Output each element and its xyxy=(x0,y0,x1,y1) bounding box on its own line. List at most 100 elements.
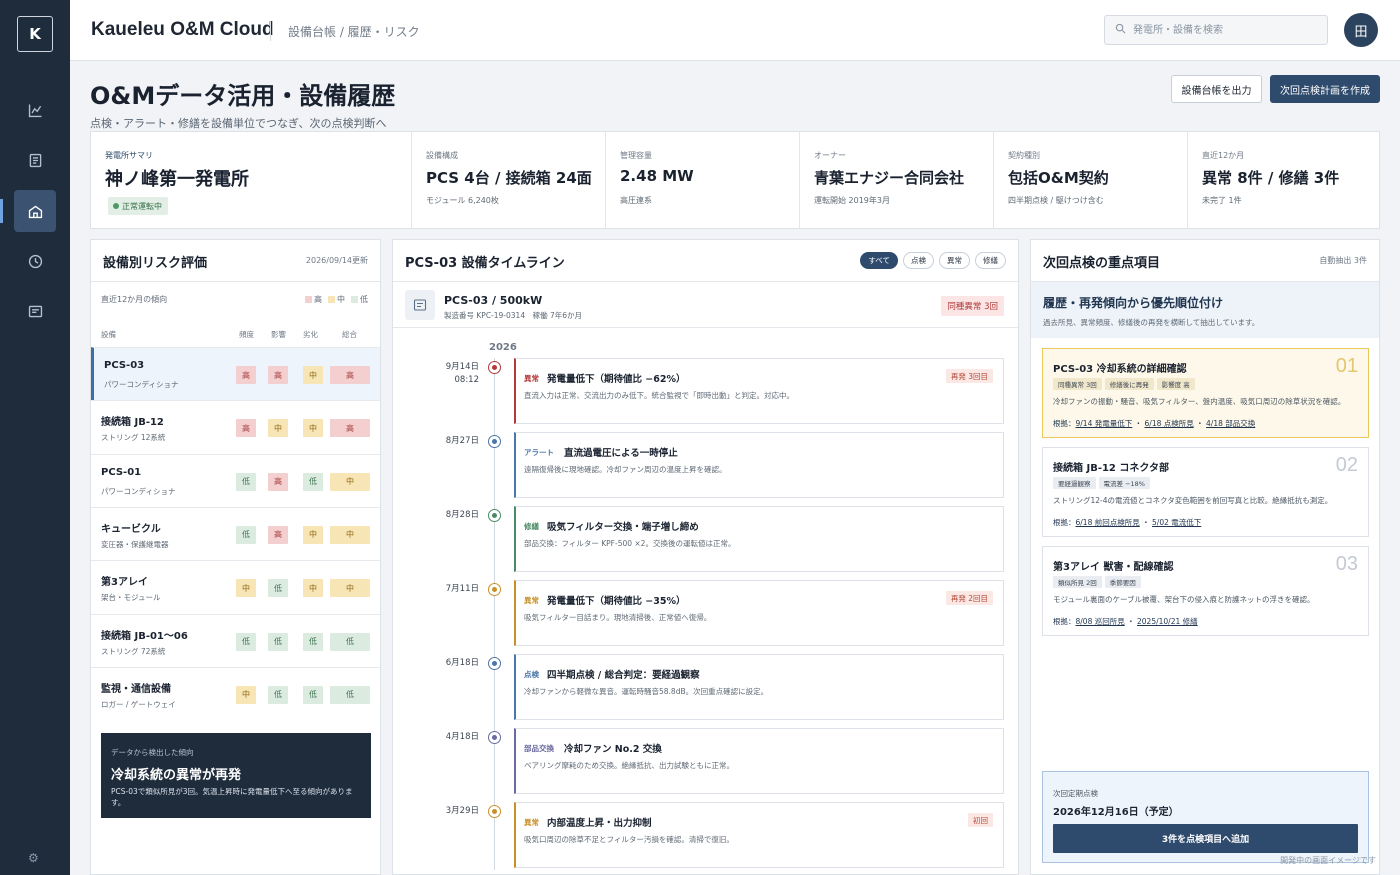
asset-header: PCS-03 / 500kW 製造番号 KPC-19-0314 稼働 7年6か月… xyxy=(393,282,1018,328)
create-plan-button[interactable]: 次回点検計画を作成 xyxy=(1270,75,1380,103)
insight-kicker: データから検出した傾向 xyxy=(111,748,194,757)
risk-total-chip: 低 xyxy=(330,685,370,704)
evidence-link[interactable]: 6/18 前回点検所見 xyxy=(1076,518,1140,527)
event-date: 9月14日 08:12 xyxy=(421,361,479,387)
risk-asset-name: キュービクル xyxy=(101,523,161,535)
summary-label: 管理容量 xyxy=(620,151,652,160)
timeline-panel: PCS-03 設備タイムライン すべて 点検 異常 修繕 PCS-03 / 50… xyxy=(392,239,1019,875)
summary-plant: 発電所サマリ 神ノ峰第一発電所 正常運転中 xyxy=(91,132,411,228)
event-type: 部品交換 xyxy=(524,744,554,753)
asset-subtitle: 製造番号 KPC-19-0314 稼働 7年6か月 xyxy=(444,311,583,320)
event-type: 点検 xyxy=(524,670,539,679)
event-desc: ベアリング摩耗のため交換。絶縁抵抗、出力試験ともに正常。 xyxy=(524,761,734,770)
evidence-link[interactable]: 4/18 部品交換 xyxy=(1206,419,1255,428)
asset-icon xyxy=(405,290,435,320)
priority-tag: 影響度 高 xyxy=(1156,378,1195,390)
event-card[interactable]: 部品交換 冷却ファン No.2 交換ベアリング摩耗のため交換。絶縁抵抗、出力試験と… xyxy=(514,728,1004,794)
summary-value: 異常 8件 / 修繕 3件 xyxy=(1202,169,1340,187)
priority-card[interactable]: 接続箱 JB-12 コネクタ部 02 要経過観察 電流差 −18% ストリング12-4の… xyxy=(1042,447,1369,537)
report-icon xyxy=(28,305,42,317)
event-marker xyxy=(488,361,501,374)
priority-intro-desc: 過去所見、異常頻度、修繕後の再発を横断して抽出しています。 xyxy=(1043,318,1260,327)
risk-row[interactable]: キュービクル 変圧器・保護継電器低高中中 xyxy=(91,506,380,560)
breadcrumb[interactable]: 設備台帳 / 履歴・リスク xyxy=(288,23,420,40)
event-date-text: 4月18日 xyxy=(445,732,479,742)
risk-total-chip: 中 xyxy=(330,472,370,491)
filter-anomaly[interactable]: 異常 xyxy=(939,252,970,269)
event-title: 直流過電圧による一時停止 xyxy=(564,448,678,459)
nav-active-indicator xyxy=(0,199,3,223)
priority-card[interactable]: PCS-03 冷却系統の詳細確認 01 同種異常 3回 修繕後に再発 影響度 高冷却ファ… xyxy=(1042,348,1369,438)
risk-row[interactable]: 接続箱 JB-01〜06 ストリング 72系統低低低低 xyxy=(91,613,380,667)
evidence-link[interactable]: 6/18 点検所見 xyxy=(1145,419,1194,428)
legend-high: 高 xyxy=(305,294,322,305)
risk-impact-chip: 高 xyxy=(268,525,288,544)
avatar[interactable]: 田 xyxy=(1344,13,1378,47)
nav-documents[interactable] xyxy=(14,139,56,181)
sidebar: K ⚙ xyxy=(0,0,70,875)
search-box[interactable] xyxy=(1104,15,1328,45)
insight-title: 冷却系統の異常が再発 xyxy=(111,768,242,783)
event-card[interactable]: アラート 直流過電圧による一時停止 遠隔復帰後に現地確認。冷却ファン周辺の温度上昇を… xyxy=(514,432,1004,498)
event-marker xyxy=(488,435,501,448)
risk-degradation-chip: 中 xyxy=(303,366,323,384)
risk-row[interactable]: 接続箱 JB-12 ストリング 12系統高中中高 xyxy=(91,400,380,453)
risk-row[interactable]: PCS-03 パワーコンディショナ高高中高 xyxy=(91,347,380,400)
evidence-link[interactable]: 5/02 電流低下 xyxy=(1152,518,1201,527)
priority-card[interactable]: 第3アレイ 獣害・配線確認 03 類似所見 2回 季節要因 モジュール裏面のケーブル被覆… xyxy=(1042,546,1369,636)
risk-asset-type: ストリング 72系統 xyxy=(101,646,166,656)
priority-tag: 季節要因 xyxy=(1104,576,1141,588)
event-desc: 部品交換：フィルター KPF-500 ×2。交換後の運転値は正常。 xyxy=(524,539,736,548)
risk-impact-chip: 低 xyxy=(268,579,288,598)
evidence-link[interactable]: 9/14 発電量低下 xyxy=(1076,419,1133,428)
risk-degradation-chip: 低 xyxy=(303,632,323,651)
priority-evidence: 根拠：8/08 巡回所見 ・ 2025/10/21 修繕 xyxy=(1053,616,1198,627)
risk-frequency-chip: 中 xyxy=(236,579,256,598)
risk-impact-chip: 低 xyxy=(268,685,288,704)
nav-dashboard[interactable] xyxy=(14,89,56,131)
risk-row[interactable]: 監視・通信設備 ロガー / ゲートウェイ中低低低 xyxy=(91,666,380,720)
priority-tag: 類似所見 2回 xyxy=(1053,576,1102,588)
brand-title: Kaueleu O&M Cloud xyxy=(91,19,274,40)
event-date: 8月27日 xyxy=(421,435,479,448)
event-title: 発電量低下（期待値比 −62%） xyxy=(547,374,686,385)
plant-summary: 発電所サマリ 神ノ峰第一発電所 正常運転中 設備構成 PCS 4台 / 接続箱 … xyxy=(90,131,1380,229)
event-card[interactable]: 異常 発電量低下（期待値比 −62%） 直流入力は正常、交流出力のみ低下。統合監視で… xyxy=(514,358,1004,424)
priority-desc: ストリング12-4の電流値とコネクタ変色範囲を前回写真と比較。絶縁抵抗も測定。 xyxy=(1053,496,1333,505)
risk-impact-chip: 中 xyxy=(268,419,288,438)
nav-history[interactable] xyxy=(14,240,56,282)
priority-evidence: 根拠：6/18 前回点検所見 ・ 5/02 電流低下 xyxy=(1053,517,1201,528)
export-ledger-button[interactable]: 設備台帳を出力 xyxy=(1171,75,1262,103)
add-to-inspection-button[interactable]: 3件を点検項目へ追加 xyxy=(1053,824,1358,853)
evidence-link[interactable]: 8/08 巡回所見 xyxy=(1076,617,1125,626)
divider xyxy=(91,281,380,282)
next-panel-title: 次回点検の重点項目 xyxy=(1043,256,1161,271)
risk-row[interactable]: PCS-01 パワーコンディショナ低高低中 xyxy=(91,453,380,507)
gear-icon[interactable]: ⚙ xyxy=(28,851,39,865)
summary-note: 運転開始 2019年3月 xyxy=(814,196,890,205)
event-title: 冷却ファン No.2 交換 xyxy=(564,744,662,755)
priority-tag: 電流差 −18% xyxy=(1098,477,1150,489)
summary-value: 2.48 MW xyxy=(620,167,694,185)
summary-note: 四半期点検 / 駆けつけ含む xyxy=(1008,196,1104,205)
priority-desc: モジュール裏面のケーブル被覆、架台下の侵入痕と防護ネットの浮きを確認。 xyxy=(1053,595,1315,604)
risk-row[interactable]: 第3アレイ 架台・モジュール中低中中 xyxy=(91,560,380,613)
evidence-link[interactable]: 2025/10/21 修繕 xyxy=(1137,617,1198,626)
filter-inspection[interactable]: 点検 xyxy=(903,252,934,269)
evidence-label: 根拠： xyxy=(1053,419,1076,428)
event-card[interactable]: 修繕 吸気フィルター交換・端子増し締め 部品交換：フィルター KPF-500 ×2。… xyxy=(514,506,1004,572)
search-input[interactable] xyxy=(1133,16,1323,44)
summary-label: 直近12か月 xyxy=(1202,151,1245,160)
filter-all[interactable]: すべて xyxy=(860,252,898,269)
filter-repair[interactable]: 修繕 xyxy=(975,252,1006,269)
nav-reports[interactable] xyxy=(14,290,56,332)
nav-plants[interactable] xyxy=(14,190,56,232)
event-card[interactable]: 点検 四半期点検 / 総合判定：要経過観察 冷却ファンから軽微な異音。運転時騒音58… xyxy=(514,654,1004,720)
asset-title: PCS-03 / 500kW xyxy=(444,294,543,307)
event-card[interactable]: 異常 内部温度上昇・出力抑制 吸気口周辺の除草不足とフィルター汚損を確認。清掃で復旧… xyxy=(514,802,1004,868)
app-logo[interactable]: K xyxy=(17,16,53,52)
summary-note: 高圧連系 xyxy=(620,196,652,205)
event-card[interactable]: 異常 発電量低下（期待値比 −35%） 吸気フィルター目詰まり。現地清掃後、正常値へ… xyxy=(514,580,1004,646)
recurrence-badge: 同種異常 3回 xyxy=(941,296,1004,316)
risk-asset-type: パワーコンディショナ xyxy=(104,380,179,389)
